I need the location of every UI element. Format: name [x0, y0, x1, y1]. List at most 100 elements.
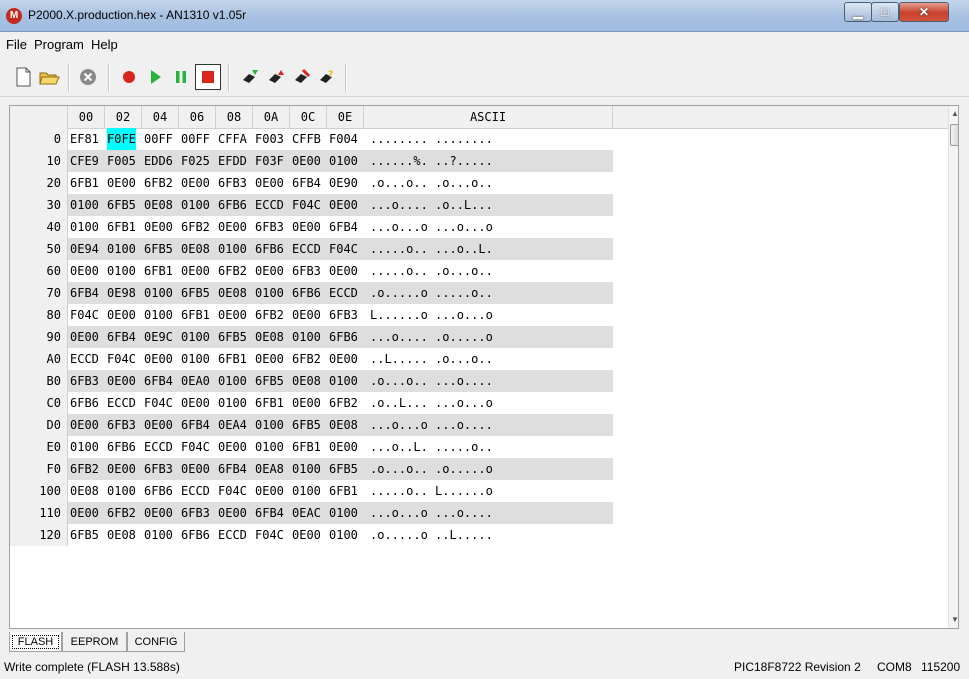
hex-cell[interactable]: 0100	[255, 436, 284, 458]
hex-cell[interactable]: 0E00	[144, 216, 173, 238]
hex-cell[interactable]: 0E00	[292, 524, 321, 546]
hex-cell[interactable]: 0E00	[255, 260, 284, 282]
hex-cell[interactable]: 6FB1	[70, 172, 99, 194]
hex-cell[interactable]: 0E00	[144, 348, 173, 370]
hex-cell[interactable]: 0100	[292, 458, 321, 480]
hex-cell[interactable]: 0E00	[181, 172, 210, 194]
hex-cell[interactable]: 00FF	[144, 128, 173, 150]
hex-cell[interactable]: 6FB6	[144, 480, 173, 502]
hex-cell[interactable]: ECCD	[255, 194, 284, 216]
hex-cell[interactable]: 6FB1	[181, 304, 210, 326]
hex-cell[interactable]: 0100	[218, 392, 247, 414]
write-chip-icon[interactable]	[265, 66, 287, 88]
hex-cell[interactable]: 0E00	[329, 260, 358, 282]
hex-cell[interactable]: 6FB2	[329, 392, 358, 414]
scroll-thumb[interactable]	[950, 124, 958, 146]
stop-icon[interactable]	[195, 64, 221, 90]
hex-cell[interactable]: 0E00	[292, 304, 321, 326]
hex-cell[interactable]: 0E00	[181, 458, 210, 480]
pause-icon[interactable]	[170, 66, 192, 88]
ascii-cell[interactable]: ...o...o ...o....	[370, 502, 493, 524]
hex-cell[interactable]: 0100	[144, 304, 173, 326]
hex-cell[interactable]: 0E08	[255, 326, 284, 348]
hex-cell[interactable]: 0E00	[218, 436, 247, 458]
hex-cell[interactable]: EDD6	[144, 150, 173, 172]
hex-cell[interactable]: 6FB4	[329, 216, 358, 238]
hex-cell[interactable]: 0100	[181, 194, 210, 216]
hex-cell[interactable]: ECCD	[107, 392, 136, 414]
hex-cell[interactable]: 6FB1	[292, 436, 321, 458]
hex-cell[interactable]: 0E00	[181, 260, 210, 282]
ascii-cell[interactable]: .o..L... ...o...o	[370, 392, 493, 414]
hex-cell[interactable]: 6FB3	[329, 304, 358, 326]
hex-cell[interactable]: 0100	[144, 524, 173, 546]
hex-cell[interactable]: 6FB2	[255, 304, 284, 326]
hex-cell[interactable]: ECCD	[144, 436, 173, 458]
hex-cell[interactable]: 0E00	[292, 216, 321, 238]
hex-cell[interactable]: 0EA4	[218, 414, 247, 436]
hex-cell[interactable]: CFFA	[218, 128, 247, 150]
hex-cell[interactable]: 6FB5	[70, 524, 99, 546]
hex-cell[interactable]: 6FB5	[218, 326, 247, 348]
ascii-cell[interactable]: ...o...o ...o...o	[370, 216, 493, 238]
hex-cell[interactable]: 6FB4	[107, 326, 136, 348]
close-button[interactable]: ✕	[899, 2, 949, 22]
run-icon[interactable]	[144, 66, 166, 88]
hex-cell[interactable]: 0E00	[292, 392, 321, 414]
hex-cell[interactable]: 0100	[255, 414, 284, 436]
hex-cell[interactable]: 6FB3	[107, 414, 136, 436]
tab-flash[interactable]: FLASH	[9, 632, 62, 652]
hex-cell[interactable]: 6FB1	[329, 480, 358, 502]
hex-cell[interactable]: 0E00	[329, 436, 358, 458]
hex-cell[interactable]: 6FB2	[107, 502, 136, 524]
hex-cell[interactable]: 6FB4	[255, 502, 284, 524]
hex-cell[interactable]: 0100	[292, 326, 321, 348]
erase-chip-icon[interactable]	[291, 66, 313, 88]
hex-cell[interactable]: F03F	[255, 150, 284, 172]
hex-cell[interactable]: F04C	[329, 238, 358, 260]
scroll-down-icon[interactable]: ▼	[949, 612, 958, 628]
column-header[interactable]: 02	[105, 106, 142, 128]
hex-cell[interactable]: 6FB3	[218, 172, 247, 194]
ascii-cell[interactable]: ...o...o ...o....	[370, 414, 493, 436]
ascii-cell[interactable]: ........ ........	[370, 128, 493, 150]
ascii-cell[interactable]: ......%. ..?.....	[370, 150, 493, 172]
hex-cell[interactable]: 6FB3	[255, 216, 284, 238]
hex-cell[interactable]: 0E00	[107, 458, 136, 480]
column-header[interactable]: 06	[179, 106, 216, 128]
new-file-icon[interactable]	[12, 66, 34, 88]
ascii-cell[interactable]: ...o.... .o.....o	[370, 326, 493, 348]
hex-cell[interactable]: 0E00	[255, 480, 284, 502]
ascii-cell[interactable]: .o.....o ..L.....	[370, 524, 493, 546]
column-header[interactable]: 00	[68, 106, 105, 128]
scroll-up-icon[interactable]: ▲	[949, 106, 958, 122]
ascii-cell[interactable]: .o...o.. .o...o..	[370, 172, 493, 194]
column-header[interactable]: 08	[216, 106, 253, 128]
open-folder-icon[interactable]	[38, 66, 60, 88]
column-header-ascii[interactable]: ASCII	[364, 106, 613, 128]
abort-icon[interactable]	[77, 66, 99, 88]
hex-cell[interactable]: 6FB4	[70, 282, 99, 304]
hex-cell[interactable]: ECCD	[70, 348, 99, 370]
hex-cell[interactable]: CFFB	[292, 128, 321, 150]
hex-cell[interactable]: 0E00	[70, 326, 99, 348]
hex-cell[interactable]: 0100	[107, 480, 136, 502]
hex-cell[interactable]: 0100	[70, 194, 99, 216]
hex-cell[interactable]: CFE9	[70, 150, 99, 172]
hex-cell[interactable]: 6FB1	[255, 392, 284, 414]
ascii-cell[interactable]: ...o.... .o..L...	[370, 194, 493, 216]
hex-cell[interactable]: ECCD	[292, 238, 321, 260]
hex-cell[interactable]: ECCD	[181, 480, 210, 502]
hex-cell[interactable]: 6FB5	[144, 238, 173, 260]
maximize-button[interactable]: □	[871, 2, 899, 22]
hex-cell[interactable]: F04C	[255, 524, 284, 546]
hex-cell[interactable]: F003	[255, 128, 284, 150]
hex-cell[interactable]: 0E00	[70, 414, 99, 436]
hex-cell[interactable]: 6FB2	[218, 260, 247, 282]
hex-cell[interactable]: 0E08	[218, 282, 247, 304]
hex-cell[interactable]: 0E08	[70, 480, 99, 502]
hex-cell[interactable]: 6FB5	[292, 414, 321, 436]
hex-cell[interactable]: 6FB6	[70, 392, 99, 414]
hex-cell[interactable]: 0E00	[218, 304, 247, 326]
hex-cell[interactable]: F04C	[218, 480, 247, 502]
